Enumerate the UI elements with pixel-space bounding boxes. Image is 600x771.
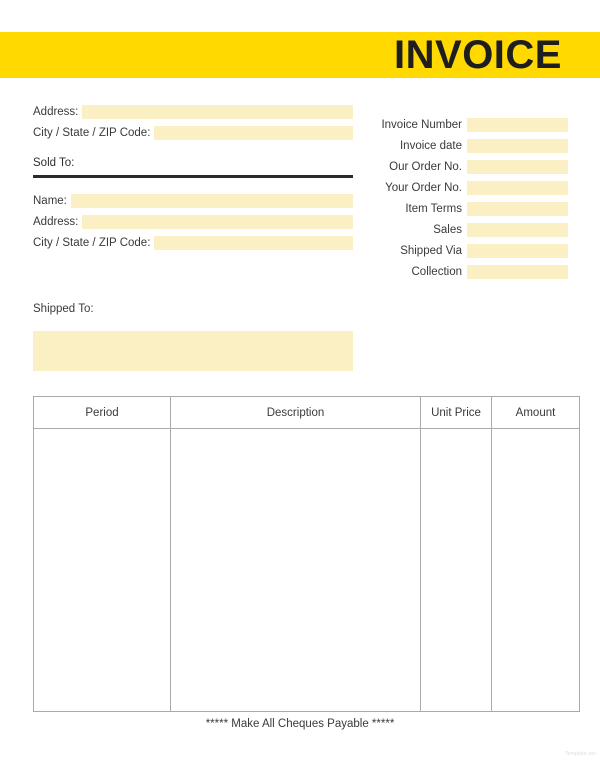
shipped-to-section: Shipped To: — [33, 303, 353, 371]
soldto-heading: Sold To: — [33, 157, 75, 169]
meta-field-row: Item Terms — [360, 202, 568, 216]
our-order-no-label: Our Order No. — [389, 161, 462, 173]
meta-field-row: Your Order No. — [360, 181, 568, 195]
soldto-divider — [33, 175, 353, 178]
column-header-period: Period — [33, 396, 171, 429]
soldto-address-label: Address: — [33, 216, 79, 228]
invoice-date-input[interactable] — [467, 139, 568, 153]
item-terms-label: Item Terms — [405, 203, 462, 215]
collection-input[interactable] — [467, 265, 568, 279]
cell-unit-price[interactable] — [420, 428, 492, 712]
sender-address-input[interactable] — [82, 105, 353, 119]
our-order-no-input[interactable] — [467, 160, 568, 174]
cell-period[interactable] — [33, 428, 171, 712]
collection-label: Collection — [411, 266, 463, 278]
table-row — [33, 428, 580, 712]
watermark: Template.net — [564, 751, 596, 757]
invoice-date-label: Invoice date — [399, 140, 462, 152]
soldto-city-state-zip-input[interactable] — [154, 236, 353, 250]
your-order-no-label: Your Order No. — [385, 182, 462, 194]
sales-input[interactable] — [467, 223, 568, 237]
sender-field-row: Address: — [33, 105, 353, 119]
invoice-meta-section: Invoice Number Invoice date Our Order No… — [360, 118, 568, 286]
meta-field-row: Invoice date — [360, 139, 568, 153]
shipped-to-input[interactable] — [33, 331, 353, 371]
soldto-field-row: City / State / ZIP Code: — [33, 236, 353, 250]
soldto-name-input[interactable] — [70, 194, 353, 208]
soldto-field-row: Name: — [33, 194, 353, 208]
header-banner: INVOICE — [0, 32, 600, 78]
soldto-address-input[interactable] — [82, 215, 353, 229]
shipped-via-label: Shipped Via — [400, 245, 462, 257]
cell-amount[interactable] — [491, 428, 580, 712]
invoice-number-input[interactable] — [467, 118, 568, 132]
invoice-number-label: Invoice Number — [381, 119, 462, 131]
your-order-no-input[interactable] — [467, 181, 568, 195]
column-header-amount: Amount — [491, 396, 580, 429]
soldto-name-label: Name: — [33, 195, 67, 207]
shipped-to-heading: Shipped To: — [33, 303, 94, 315]
column-header-description: Description — [170, 396, 421, 429]
meta-field-row: Collection — [360, 265, 568, 279]
sender-address-label: Address: — [33, 106, 79, 118]
shipped-via-input[interactable] — [467, 244, 568, 258]
item-terms-input[interactable] — [467, 202, 568, 216]
sender-field-row: City / State / ZIP Code: — [33, 126, 353, 140]
column-header-unit-price: Unit Price — [420, 396, 492, 429]
soldto-heading-block: Sold To: — [33, 157, 353, 178]
meta-field-row: Our Order No. — [360, 160, 568, 174]
footer-note: ***** Make All Cheques Payable ***** — [205, 718, 395, 730]
cell-description[interactable] — [170, 428, 421, 712]
line-items-table: Period Description Unit Price Amount — [33, 396, 580, 712]
sales-label: Sales — [433, 224, 462, 236]
meta-field-row: Sales — [360, 223, 568, 237]
sender-city-state-zip-input[interactable] — [154, 126, 353, 140]
meta-field-row: Invoice Number — [360, 118, 568, 132]
meta-field-row: Shipped Via — [360, 244, 568, 258]
table-header-row: Period Description Unit Price Amount — [33, 396, 580, 429]
sender-city-state-zip-label: City / State / ZIP Code: — [33, 127, 151, 139]
soldto-field-row: Address: — [33, 215, 353, 229]
page-title: INVOICE — [394, 33, 562, 77]
sender-and-soldto-section: Address: City / State / ZIP Code: Sold T… — [33, 105, 353, 257]
soldto-city-state-zip-label: City / State / ZIP Code: — [33, 237, 151, 249]
